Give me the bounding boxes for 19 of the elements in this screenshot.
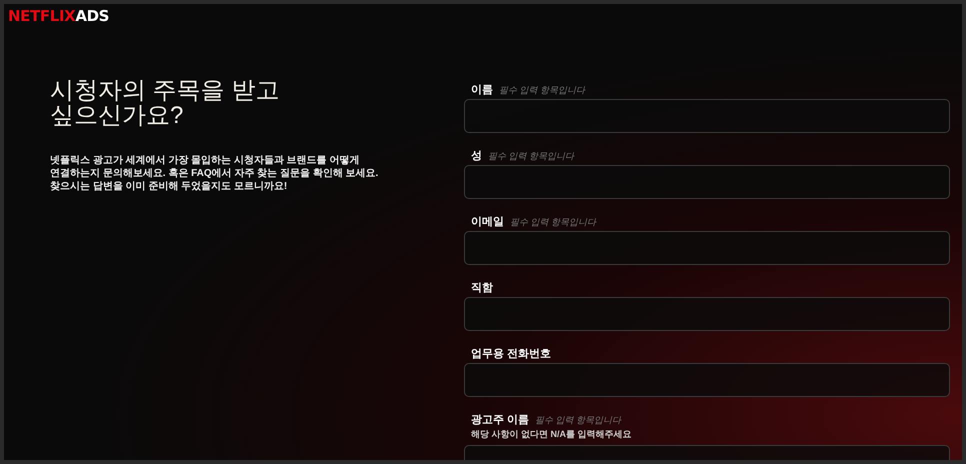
intro-paragraph: 넷플릭스 광고가 세계에서 가장 몰입하는 시청자들과 브랜드를 어떻게 연결하는지 문의해보세요. 혹은 FAQ에서 자주 찾는 질문을 확인해 보세요. 찾으시는 답변을 이미 준비해 두었을지도 모르니까요! [50, 154, 380, 193]
help-text: 해당 사항이 없다면 N/A를 입력해주세요 [470, 428, 633, 441]
input-field[interactable] [464, 363, 950, 397]
field-label: 이메일 [471, 215, 504, 230]
required-hint: 필수 입력 항목입니다 [499, 84, 586, 97]
field-label: 업무용 전화번호 [471, 347, 552, 362]
logo[interactable]: NETFLIXADS [8, 6, 110, 26]
input-field[interactable] [464, 231, 950, 265]
field-label: 이름 [471, 83, 493, 98]
headline: 시청자의 주목을 받고 싶으신가요? [50, 78, 280, 128]
required-hint: 필수 입력 항목입니다 [510, 216, 596, 229]
field-label: 광고주 이름 [471, 413, 530, 428]
required-hint: 필수 입력 항목입니다 [488, 150, 574, 163]
required-hint: 필수 입력 항목입니다 [535, 414, 622, 427]
field-label: 직함 [471, 281, 493, 296]
field-label: 성 [471, 149, 482, 164]
input-field[interactable] [464, 297, 950, 331]
input-field[interactable] [464, 165, 950, 199]
input-field[interactable] [464, 99, 950, 133]
